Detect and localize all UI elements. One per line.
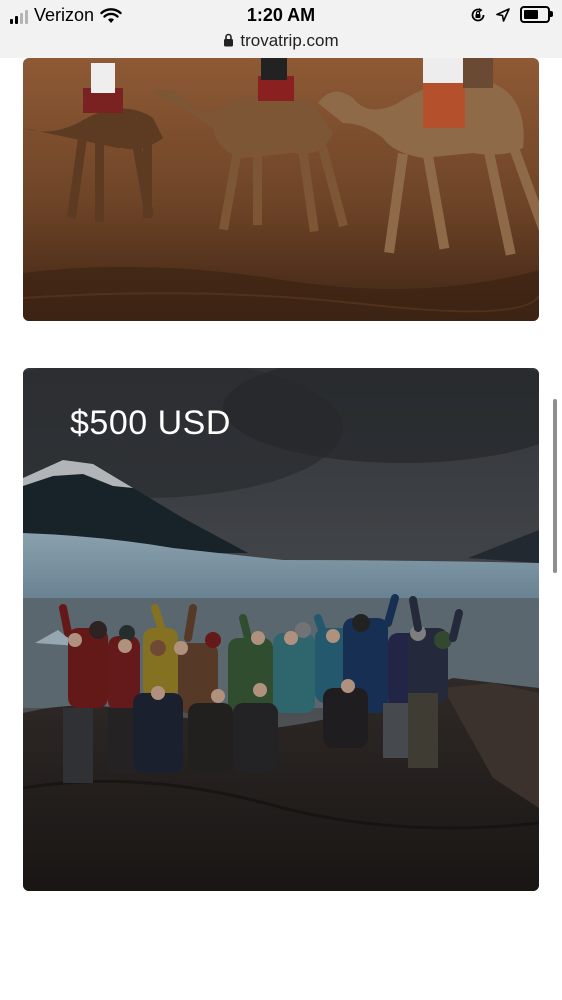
trip-image-camels [23,58,539,321]
url-text: trovatrip.com [240,31,339,50]
trip-card-glacier[interactable]: $500 USD [23,368,539,891]
trip-card-desert[interactable] [23,58,539,321]
address-bar[interactable]: trovatrip.com [0,31,562,51]
trip-price: $500 USD [70,404,231,442]
location-arrow-icon [496,7,510,22]
battery-icon [520,6,553,23]
rotation-lock-icon [471,7,485,21]
trip-image-glacier-group [23,368,539,891]
lock-icon [224,33,234,47]
status-bar: Verizon 1:20 AM trovatrip.com [0,0,562,58]
status-icons [470,6,553,23]
scrollbar[interactable] [553,399,557,573]
